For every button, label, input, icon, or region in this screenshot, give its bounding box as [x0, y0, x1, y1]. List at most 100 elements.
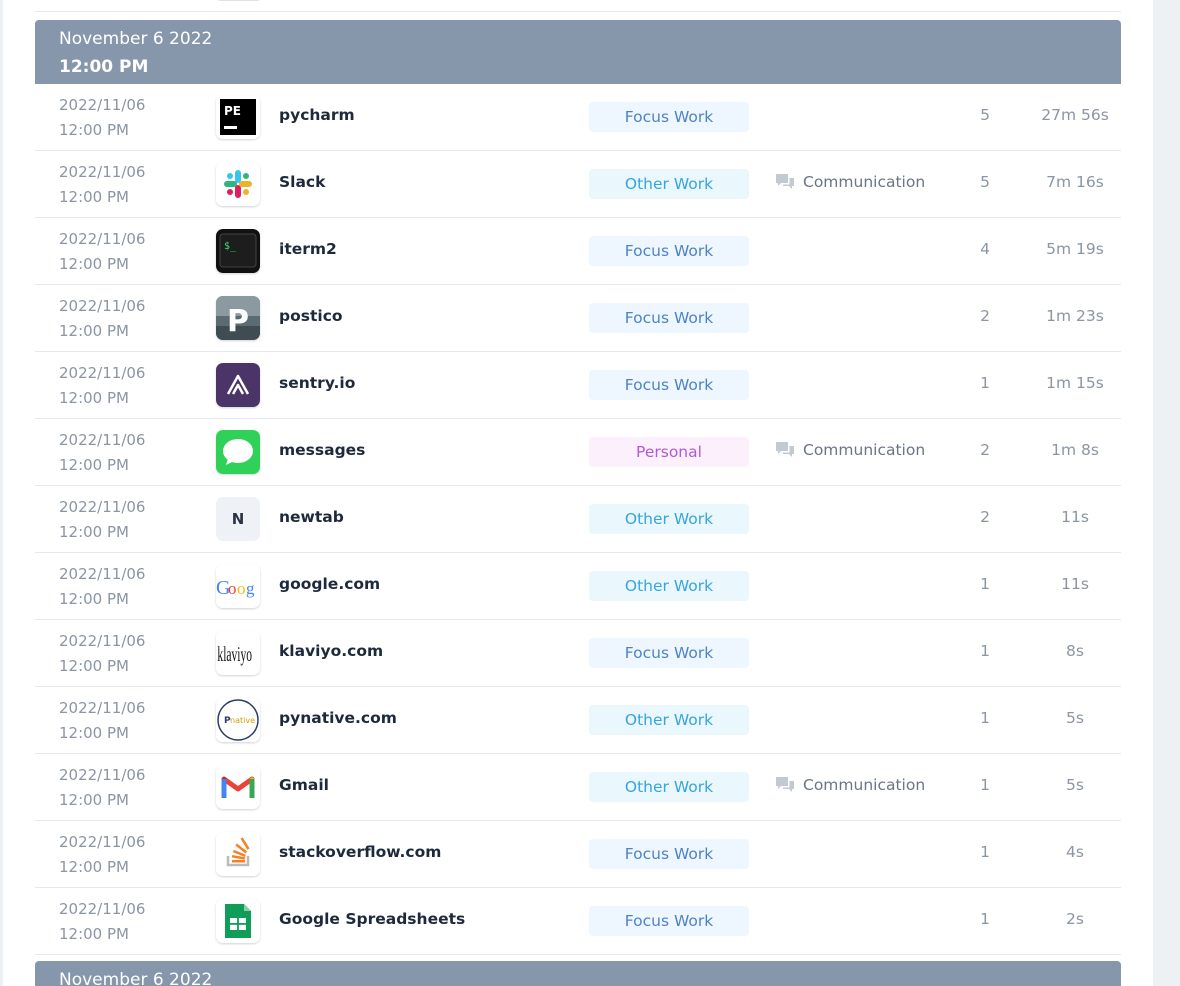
app-name[interactable]: Slack	[279, 173, 325, 191]
row-date: 2022/11/06	[59, 900, 146, 918]
productivity-tag[interactable]: Other Work	[589, 169, 749, 199]
productivity-tag[interactable]: Focus Work	[589, 370, 749, 400]
row-time: 12:00 PM	[59, 523, 129, 541]
table-row[interactable]: 2022/11/06 12:00 PM $_ iterm2 Focus Work 4 5m …	[35, 218, 1121, 285]
session-count: 1	[980, 910, 990, 928]
row-time: 12:00 PM	[59, 322, 129, 340]
chat-icon	[775, 441, 795, 459]
row-datetime: 2022/11/06 12:00 PM	[59, 830, 145, 880]
productivity-tag[interactable]: Focus Work	[589, 102, 749, 132]
group-time: 12:00 PM	[59, 57, 149, 77]
session-count: 5	[980, 173, 990, 191]
duration: 1m 15s	[1046, 374, 1104, 392]
row-time: 12:00 PM	[59, 925, 129, 943]
pynative-icon: Pnative	[216, 698, 260, 742]
group-date: November 6 2022	[59, 970, 213, 986]
row-time: 12:00 PM	[59, 590, 129, 608]
app-name[interactable]: stackoverflow.com	[279, 843, 441, 861]
icon-letter: N	[231, 510, 245, 528]
svg-text:o: o	[228, 579, 237, 598]
table-row[interactable]: 2022/11/06 12:00 PM messages Personal Commun…	[35, 419, 1121, 486]
svg-text:native: native	[230, 716, 255, 725]
table-row[interactable]: 2022/11/06 12:00 PM Nnewtab Other Work 2 11s	[35, 486, 1121, 553]
row-datetime: 2022/11/06 12:00 PM	[59, 562, 145, 612]
app-name[interactable]: pycharm	[279, 106, 355, 124]
session-count: 5	[980, 106, 990, 124]
session-count: 1	[980, 776, 990, 794]
session-count: 2	[980, 441, 990, 459]
activity-panel: November 6 2022 12:00 PM 2022/11/06 12:00…	[3, 0, 1153, 986]
row-datetime: 2022/11/06 12:00 PM	[59, 629, 145, 679]
svg-text:PE: PE	[224, 104, 241, 118]
row-time: 12:00 PM	[59, 724, 129, 742]
row-time: 12:00 PM	[59, 255, 129, 273]
group-date: November 6 2022	[59, 29, 213, 49]
duration: 5s	[1066, 709, 1084, 727]
app-name[interactable]: pynative.com	[279, 709, 397, 727]
table-row[interactable]: 2022/11/06 12:00 PM sentry.io Focus Work 1 1m…	[35, 352, 1121, 419]
row-date: 2022/11/06	[59, 297, 146, 315]
duration: 5m 19s	[1046, 240, 1104, 258]
productivity-tag[interactable]: Personal	[589, 437, 749, 467]
row-datetime: 2022/11/06 12:00 PM	[59, 93, 145, 143]
row-date: 2022/11/06	[59, 632, 146, 650]
row-date: 2022/11/06	[59, 163, 146, 181]
table-row[interactable]: 2022/11/06 12:00 PM stackoverflow.com Focus…	[35, 821, 1121, 888]
app-name[interactable]: klaviyo.com	[279, 642, 383, 660]
row-date: 2022/11/06	[59, 699, 146, 717]
app-name[interactable]: iterm2	[279, 240, 337, 258]
app-name[interactable]: postico	[279, 307, 343, 325]
postico-icon: P	[216, 296, 260, 340]
duration: 8s	[1066, 642, 1084, 660]
table-row[interactable]: 2022/11/06 12:00 PM Slack Other Work Communi…	[35, 151, 1121, 218]
productivity-tag[interactable]: Focus Work	[589, 303, 749, 333]
row-datetime: 2022/11/06 12:00 PM	[59, 428, 145, 478]
group-header: November 6 2022	[35, 961, 1121, 986]
row-datetime: 2022/11/06 12:00 PM	[59, 361, 145, 411]
table-row[interactable]: 2022/11/06 12:00 PM klaviyo klaviyo.com Focu…	[35, 620, 1121, 687]
session-count: 1	[980, 642, 990, 660]
row-datetime: 2022/11/06 12:00 PM	[59, 897, 145, 947]
app-name[interactable]: google.com	[279, 575, 380, 593]
productivity-tag[interactable]: Other Work	[589, 571, 749, 601]
app-name[interactable]: messages	[279, 441, 365, 459]
productivity-tag[interactable]: Other Work	[589, 504, 749, 534]
row-date: 2022/11/06	[59, 431, 146, 449]
app-icon	[216, 0, 262, 1]
productivity-tag[interactable]: Focus Work	[589, 638, 749, 668]
app-name[interactable]: Gmail	[279, 776, 329, 794]
category-text: Communication	[803, 173, 926, 191]
app-name[interactable]: sentry.io	[279, 374, 355, 392]
group-header: November 6 2022 12:00 PM	[35, 20, 1121, 84]
duration: 11s	[1061, 508, 1089, 526]
iterm2-icon: $_	[216, 229, 260, 273]
table-row[interactable]: 2022/11/06 12:00 PM Google Spreadsheets Foc…	[35, 888, 1121, 955]
table-row[interactable]: 2022/11/06 12:00 PM Ppostico Focus Work 2 1m …	[35, 285, 1121, 352]
category-label: Communication	[775, 173, 925, 191]
row-time: 12:00 PM	[59, 121, 129, 139]
duration: 4s	[1066, 843, 1084, 861]
productivity-tag[interactable]: Focus Work	[589, 906, 749, 936]
productivity-tag[interactable]: Focus Work	[589, 839, 749, 869]
session-count: 1	[980, 843, 990, 861]
klaviyo-icon: klaviyo	[216, 631, 260, 675]
duration: 2s	[1066, 910, 1084, 928]
messages-icon	[216, 430, 260, 474]
productivity-tag[interactable]: Other Work	[589, 705, 749, 735]
row-datetime: 2022/11/06 12:00 PM	[59, 696, 145, 746]
productivity-tag[interactable]: Focus Work	[589, 236, 749, 266]
table-row[interactable]: 2022/11/06 12:00 PM Go o g google.com Other Wo…	[35, 553, 1121, 620]
pycharm-icon: PE	[216, 95, 260, 139]
row-time: 12:00 PM	[59, 657, 129, 675]
row-date: 2022/11/06	[59, 364, 146, 382]
table-row[interactable]: 2022/11/06 12:00 PM Gmail Other Work Communi…	[35, 754, 1121, 821]
app-name[interactable]: Google Spreadsheets	[279, 910, 465, 928]
sentry-icon	[216, 363, 260, 407]
table-row[interactable]: 2022/11/06 12:00 PM Pnative pynative.com Oth…	[35, 687, 1121, 754]
app-name[interactable]: newtab	[279, 508, 344, 526]
table-row[interactable]: 2022/11/06 12:00 PM PE pycharm Focus Work 5 27…	[35, 84, 1121, 151]
chat-icon	[775, 776, 795, 794]
category-text: Communication	[803, 776, 926, 794]
row-time: 12:00 PM	[59, 858, 129, 876]
productivity-tag[interactable]: Other Work	[589, 772, 749, 802]
